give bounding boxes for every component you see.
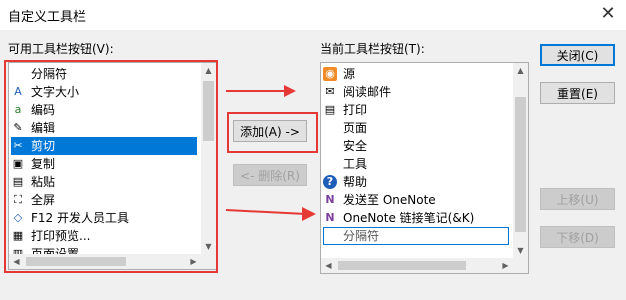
arrow-to-current-top (226, 85, 296, 97)
arrow-to-current-bottom (225, 207, 316, 221)
annotation-arrows (225, 85, 316, 221)
